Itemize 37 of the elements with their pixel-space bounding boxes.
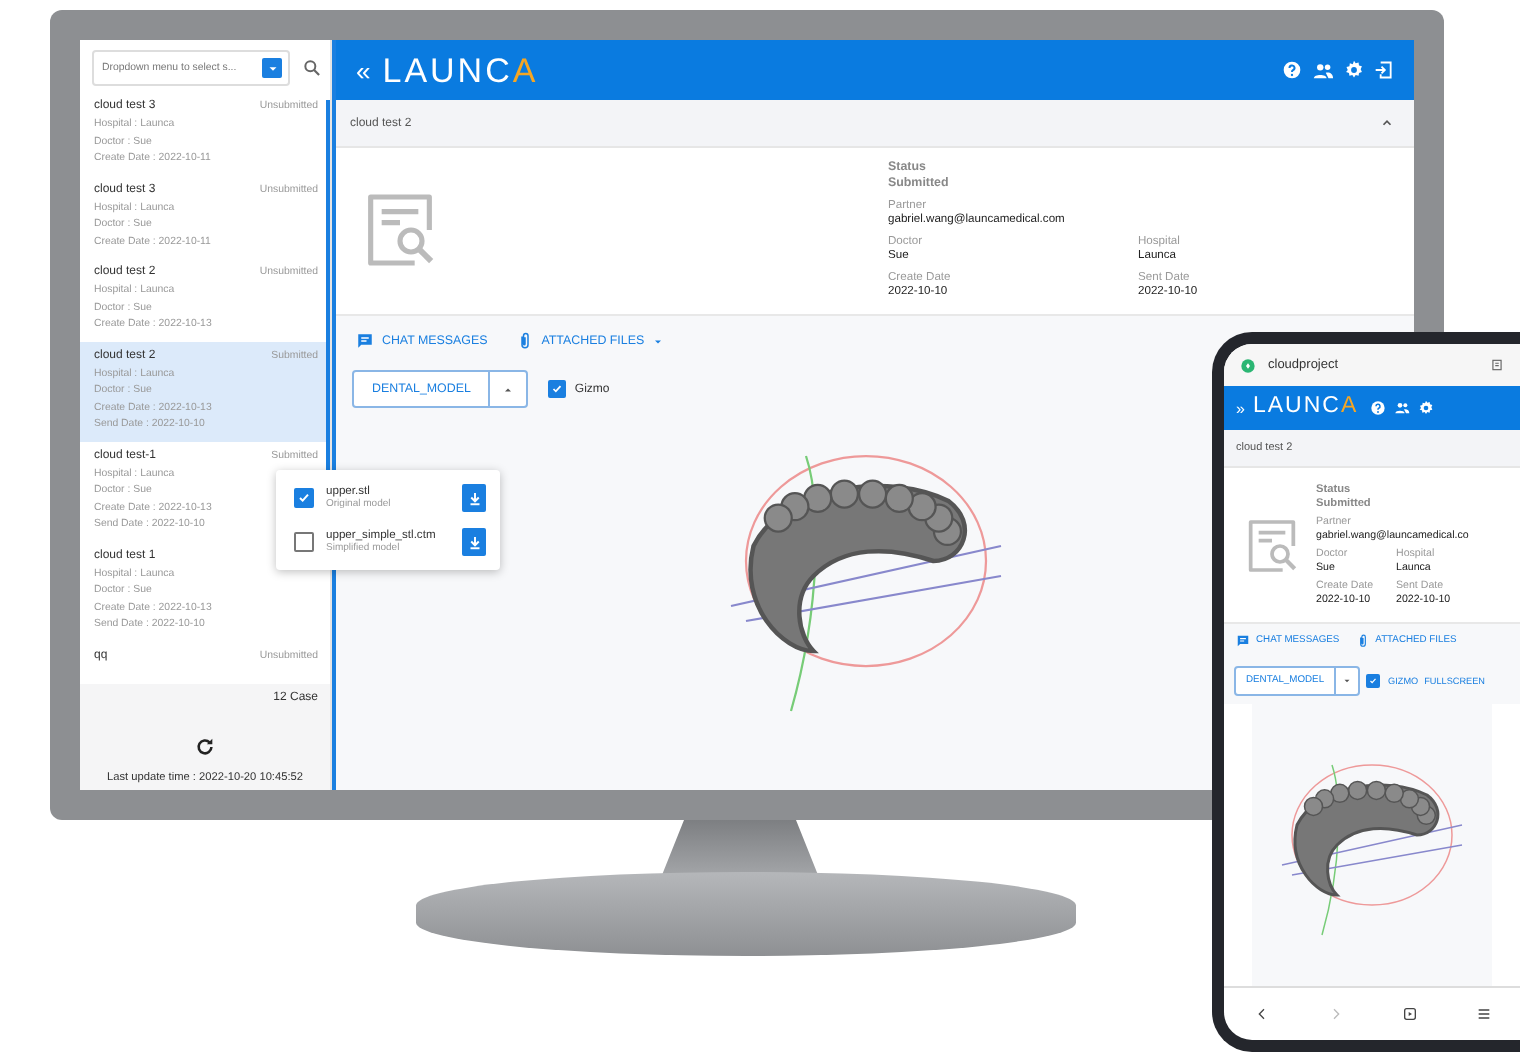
people-icon[interactable] (1312, 59, 1334, 81)
refresh-icon[interactable] (194, 736, 216, 758)
checkbox[interactable] (294, 488, 314, 508)
logo: LAUNCA (382, 53, 539, 87)
settings-icon[interactable] (1418, 400, 1435, 416)
check-icon (550, 382, 565, 396)
dropdown-toggle[interactable] (262, 58, 282, 78)
check-icon (296, 490, 312, 506)
checkbox[interactable] (294, 532, 314, 552)
reader-icon (1490, 358, 1504, 372)
download-icon (465, 489, 483, 507)
people-icon[interactable] (1394, 400, 1411, 416)
exit-icon[interactable] (1374, 60, 1394, 80)
download-button[interactable] (462, 484, 486, 512)
back-icon[interactable] (1253, 1006, 1269, 1022)
site-icon (1240, 357, 1256, 373)
collapse-button[interactable]: « (356, 57, 371, 83)
help-icon[interactable] (1282, 60, 1302, 80)
search-icon[interactable] (302, 58, 322, 78)
logo: LAUNCA (1252, 396, 1359, 420)
checkbox[interactable] (1366, 674, 1381, 688)
checkbox[interactable] (548, 380, 567, 398)
settings-icon[interactable] (1344, 60, 1364, 80)
expand-button[interactable]: » (1236, 399, 1245, 417)
menu-icon[interactable] (1475, 1006, 1491, 1022)
chat-icon (356, 332, 374, 350)
check-icon (1368, 676, 1379, 686)
tabs-icon[interactable] (1401, 1006, 1417, 1022)
download-icon (465, 533, 483, 551)
paperclip-icon (1355, 634, 1370, 648)
download-button[interactable] (462, 528, 486, 556)
help-icon[interactable] (1370, 400, 1387, 416)
paperclip-icon (515, 332, 534, 350)
dental-model-drawing[interactable] (1252, 704, 1492, 986)
chat-icon (1236, 634, 1250, 648)
caret-icon (265, 61, 279, 75)
chevron-icon[interactable] (1380, 116, 1394, 130)
